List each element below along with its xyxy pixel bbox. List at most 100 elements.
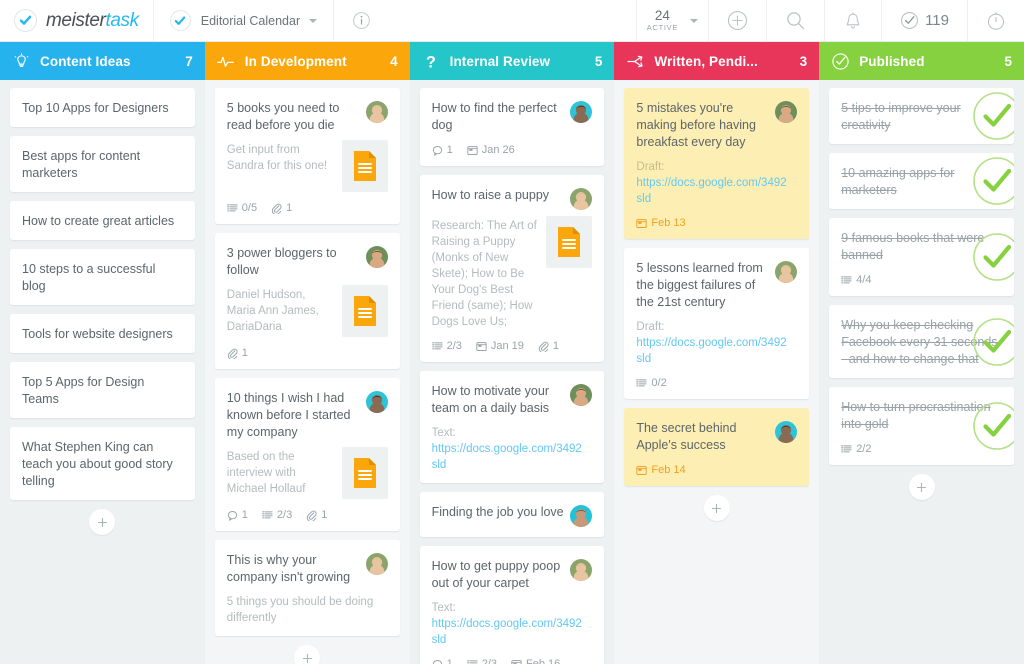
avatar[interactable] bbox=[570, 505, 593, 527]
task-card[interactable]: How to motivate your team on a daily bas… bbox=[419, 371, 605, 483]
task-card[interactable]: How to raise a puppy Research: The Art o… bbox=[419, 175, 605, 362]
task-card[interactable]: 5 lessons learned from the biggest failu… bbox=[624, 248, 810, 399]
task-card[interactable]: How to create great articles bbox=[10, 201, 195, 240]
card-title: The secret behind Apple's success bbox=[636, 421, 737, 452]
card-description-link[interactable]: https://docs.google.com/3492sld bbox=[636, 337, 786, 365]
add-task-button[interactable] bbox=[294, 645, 321, 664]
add-task-button[interactable] bbox=[89, 509, 116, 535]
add-task-button[interactable] bbox=[703, 495, 730, 521]
card-top: 3 power bloggers to follow bbox=[227, 245, 388, 279]
notifications-button[interactable] bbox=[825, 0, 881, 42]
avatar[interactable] bbox=[570, 101, 593, 123]
badge-text: 1 bbox=[446, 658, 453, 664]
task-card[interactable]: 5 books you need to read before you die … bbox=[214, 88, 400, 224]
task-card[interactable]: 5 mistakes you're making before having b… bbox=[624, 88, 810, 239]
attachment-thumbnail[interactable] bbox=[546, 216, 593, 268]
avatar[interactable] bbox=[775, 101, 798, 123]
task-card[interactable]: Best apps for content marketers bbox=[10, 136, 195, 192]
attachment-thumbnail[interactable] bbox=[341, 140, 388, 192]
task-card[interactable]: The secret behind Apple's success Feb 14 bbox=[624, 408, 810, 486]
avatar[interactable] bbox=[570, 384, 593, 406]
card-title: 10 things I wish I had known before I st… bbox=[226, 391, 351, 439]
completed-check-icon bbox=[973, 92, 1014, 140]
search-button[interactable] bbox=[767, 0, 824, 42]
check-circle-icon bbox=[832, 52, 849, 70]
task-card[interactable]: Top 5 Apps for Design Teams bbox=[10, 362, 195, 418]
column-body-published: 5 tips to improve your creativity 10 ama… bbox=[819, 80, 1024, 664]
task-card[interactable]: 10 steps to a successful blog bbox=[10, 249, 195, 305]
completed-tasks-button[interactable]: 119 bbox=[882, 0, 967, 42]
info-button[interactable] bbox=[334, 0, 389, 42]
badge-checklist: 4/4 bbox=[841, 274, 871, 286]
active-tasks-selector[interactable]: 24 ACTIVE bbox=[637, 0, 708, 42]
card-top: 5 mistakes you're making before having b… bbox=[636, 100, 798, 151]
card-top: The secret behind Apple's success bbox=[636, 420, 798, 454]
time-tracking-button[interactable] bbox=[968, 0, 1024, 42]
avatar[interactable] bbox=[365, 246, 388, 268]
add-task-button[interactable] bbox=[709, 0, 766, 42]
task-card[interactable]: 9 famous books that were banned 4/4 bbox=[829, 218, 1014, 296]
card-description-link[interactable]: https://docs.google.com/3492sld bbox=[432, 618, 582, 646]
task-card[interactable]: How to find the perfect dog 1 Jan 26 bbox=[419, 88, 605, 166]
calendar-icon bbox=[636, 465, 648, 475]
attachment-thumbnail[interactable] bbox=[341, 285, 388, 337]
project-selector[interactable]: Editorial Calendar bbox=[154, 0, 333, 42]
column-header-content-ideas[interactable]: Content Ideas 7 bbox=[0, 42, 205, 80]
column-header-in-development[interactable]: In Development 4 bbox=[204, 42, 410, 80]
avatar-image bbox=[365, 391, 388, 413]
task-card[interactable]: Why you keep checking Facebook every 31 … bbox=[829, 305, 1014, 378]
avatar-image bbox=[570, 188, 593, 210]
comment-icon bbox=[432, 145, 442, 156]
column-header-written-pending[interactable]: Written, Pendi... 3 bbox=[614, 42, 820, 80]
avatar[interactable] bbox=[570, 188, 593, 210]
badge-text: Feb 13 bbox=[651, 217, 686, 229]
card-title: How to create great articles bbox=[22, 214, 175, 228]
avatar[interactable] bbox=[570, 559, 593, 581]
card-body: Text: https://docs.google.com/3492sld bbox=[432, 425, 593, 473]
badge-checklist: 2/3 bbox=[431, 340, 462, 352]
card-footer: Feb 14 bbox=[636, 464, 797, 476]
column-header-published[interactable]: Published 5 bbox=[819, 42, 1024, 80]
task-card[interactable]: How to get puppy poop out of your carpet… bbox=[419, 546, 605, 664]
task-card[interactable]: Top 10 Apps for Designers bbox=[10, 88, 195, 127]
task-card[interactable]: Tools for website designers bbox=[10, 314, 195, 353]
task-card[interactable]: What Stephen King can teach you about go… bbox=[10, 427, 195, 500]
task-card[interactable]: 10 amazing apps for marketers bbox=[829, 153, 1014, 209]
svg-text:?: ? bbox=[426, 53, 436, 71]
app-logo[interactable]: meistertask bbox=[0, 0, 153, 42]
column-title: Content Ideas bbox=[40, 53, 131, 69]
comment-icon bbox=[432, 659, 442, 664]
avatar[interactable] bbox=[365, 553, 388, 575]
comment-icon bbox=[227, 510, 237, 521]
lightbulb-icon bbox=[14, 52, 28, 67]
card-title: How to get puppy poop out of your carpet bbox=[431, 559, 561, 590]
task-card[interactable]: 3 power bloggers to follow Daniel Hudson… bbox=[214, 233, 400, 369]
checklist-icon bbox=[431, 341, 443, 349]
badge-text: Jan 19 bbox=[490, 340, 524, 352]
avatar[interactable] bbox=[775, 261, 798, 283]
logo-text-second: task bbox=[105, 9, 140, 31]
badge-text: Jan 26 bbox=[481, 144, 515, 156]
column-header-internal-review[interactable]: ? Internal Review 5 bbox=[409, 42, 615, 80]
avatar[interactable] bbox=[775, 421, 798, 443]
active-count: 24 bbox=[654, 7, 670, 23]
avatar-image bbox=[570, 101, 593, 123]
avatar-image bbox=[775, 101, 798, 123]
task-card[interactable]: How to turn procrastination into gold 2/… bbox=[829, 387, 1014, 465]
card-description-link[interactable]: https://docs.google.com/3492sld bbox=[636, 177, 786, 205]
card-body: Research: The Art of Raising a Puppy (Mo… bbox=[432, 216, 593, 330]
avatar[interactable] bbox=[365, 391, 388, 413]
avatar[interactable] bbox=[365, 101, 388, 123]
badge-text: 4/4 bbox=[856, 274, 872, 286]
task-card[interactable]: 10 things I wish I had known before I st… bbox=[214, 378, 400, 531]
card-description-link[interactable]: https://docs.google.com/3492sld bbox=[432, 443, 582, 471]
active-label: ACTIVE bbox=[646, 22, 679, 32]
attachment-thumbnail[interactable] bbox=[341, 447, 388, 499]
task-card[interactable]: This is why your company isn't growing 5… bbox=[214, 540, 400, 636]
task-card[interactable]: 5 tips to improve your creativity bbox=[829, 88, 1014, 144]
card-description: Text: https://docs.google.com/3492sld bbox=[432, 600, 593, 648]
add-task-button[interactable] bbox=[908, 474, 935, 500]
column-count: 7 bbox=[185, 53, 193, 69]
card-body: Based on the interview with Michael Holl… bbox=[227, 447, 388, 499]
task-card[interactable]: Finding the job you love bbox=[419, 492, 605, 537]
